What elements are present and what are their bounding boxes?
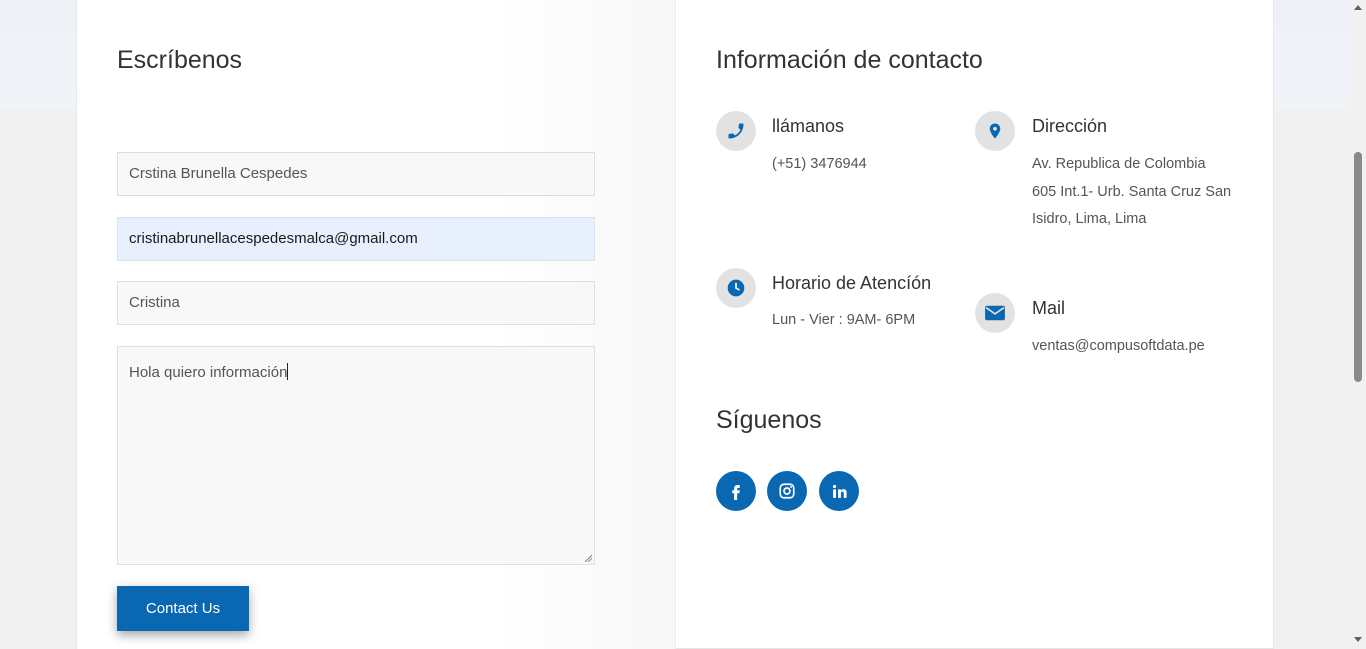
message-field[interactable]: Hola quiero información [117, 346, 595, 565]
follow-title: Síguenos [716, 406, 822, 434]
address-line: Av. Republica de Colombia [1032, 156, 1206, 172]
contact-us-button[interactable]: Contact Us [117, 586, 249, 631]
facebook-icon[interactable] [716, 471, 756, 511]
address-line: 605 Int.1- Urb. Santa Cruz San [1032, 183, 1232, 200]
hours-text: Lun - Vier : 9AM- 6PM [772, 312, 916, 328]
page-scrollbar[interactable] [1350, 0, 1366, 649]
subject-text: Cristina [129, 294, 180, 311]
address-heading: Dirección [1032, 116, 1108, 136]
mail-address[interactable]: ventas@compusoftdata.pe [1032, 333, 1205, 361]
form-title: Escríbenos [117, 46, 243, 74]
subject-field[interactable]: Cristina [117, 281, 595, 325]
phone-icon [716, 111, 756, 151]
phone-heading: llámanos [772, 116, 845, 136]
clock-icon [716, 268, 756, 308]
name-field[interactable]: Crstina Brunella Cespedes [117, 152, 595, 196]
scroll-thumb[interactable] [1354, 152, 1362, 382]
address-line: Isidro, Lima, Lima [1032, 211, 1147, 227]
envelope-icon [975, 293, 1015, 333]
scroll-down-icon[interactable] [1354, 637, 1362, 642]
linkedin-icon[interactable] [819, 471, 859, 511]
contact-card: Escríbenos Crstina Brunella Cespedes cri… [76, 0, 1274, 649]
message-text: Hola quiero información [129, 364, 288, 381]
instagram-icon[interactable] [767, 471, 807, 511]
contact-form-panel: Escríbenos Crstina Brunella Cespedes cri… [77, 0, 676, 649]
mail-heading: Mail [1032, 298, 1066, 318]
resize-handle-icon[interactable] [584, 554, 592, 562]
text-caret [287, 363, 289, 380]
phone-number: (+51) 3476944 [772, 156, 867, 172]
hours-heading: Horario de Atencíón [772, 273, 932, 293]
address-text: Av. Republica de Colombia 605 Int.1- Urb… [1032, 151, 1231, 234]
email-field[interactable]: cristinabrunellacespedesmalca@gmail.com [117, 217, 595, 261]
map-pin-icon [975, 111, 1015, 151]
contact-info-title: Información de contacto [716, 46, 983, 74]
scroll-up-icon[interactable] [1354, 5, 1362, 10]
